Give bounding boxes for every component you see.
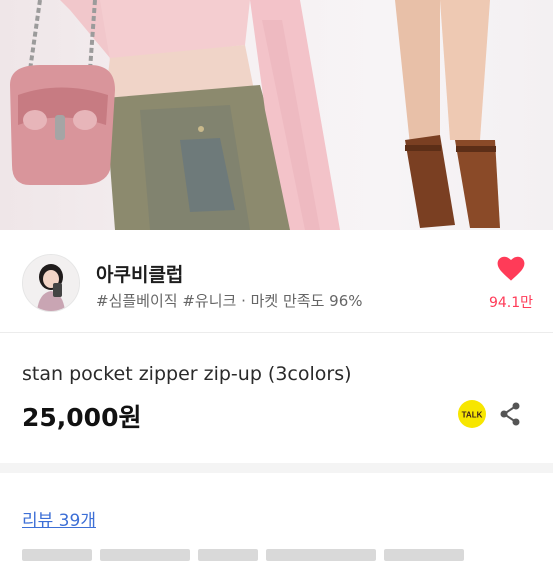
reviews-link[interactable]: 리뷰 39개 [22, 506, 96, 531]
shop-avatar[interactable] [22, 254, 80, 312]
shop-info-row[interactable]: 아쿠비클럽 #심플베이직 #유니크 · 마켓 만족도 96% 94.1만 [0, 230, 553, 333]
avatar-image [23, 255, 79, 311]
kakao-talk-label: TALK [462, 411, 483, 420]
share-button[interactable] [498, 399, 522, 429]
shop-name[interactable]: 아쿠비클럽 [96, 260, 183, 287]
product-photo-illustration [10, 0, 500, 230]
like-button[interactable]: 94.1만 [487, 256, 535, 316]
section-divider [0, 463, 553, 473]
product-price: 25,000원 [22, 403, 142, 432]
product-title: stan pocket zipper zip-up (3colors) [22, 363, 352, 385]
share-icon [500, 402, 520, 426]
like-count: 94.1만 [488, 295, 534, 311]
review-preview-partial [22, 541, 532, 561]
shop-tags: #심플베이직 #유니크 · 마켓 만족도 96% [96, 292, 363, 310]
product-info: stan pocket zipper zip-up (3colors) 25,0… [0, 333, 553, 458]
kakao-talk-button[interactable]: TALK [457, 399, 487, 429]
product-photo [0, 0, 553, 230]
heart-icon [497, 256, 525, 281]
kakao-talk-icon: TALK [458, 400, 486, 428]
